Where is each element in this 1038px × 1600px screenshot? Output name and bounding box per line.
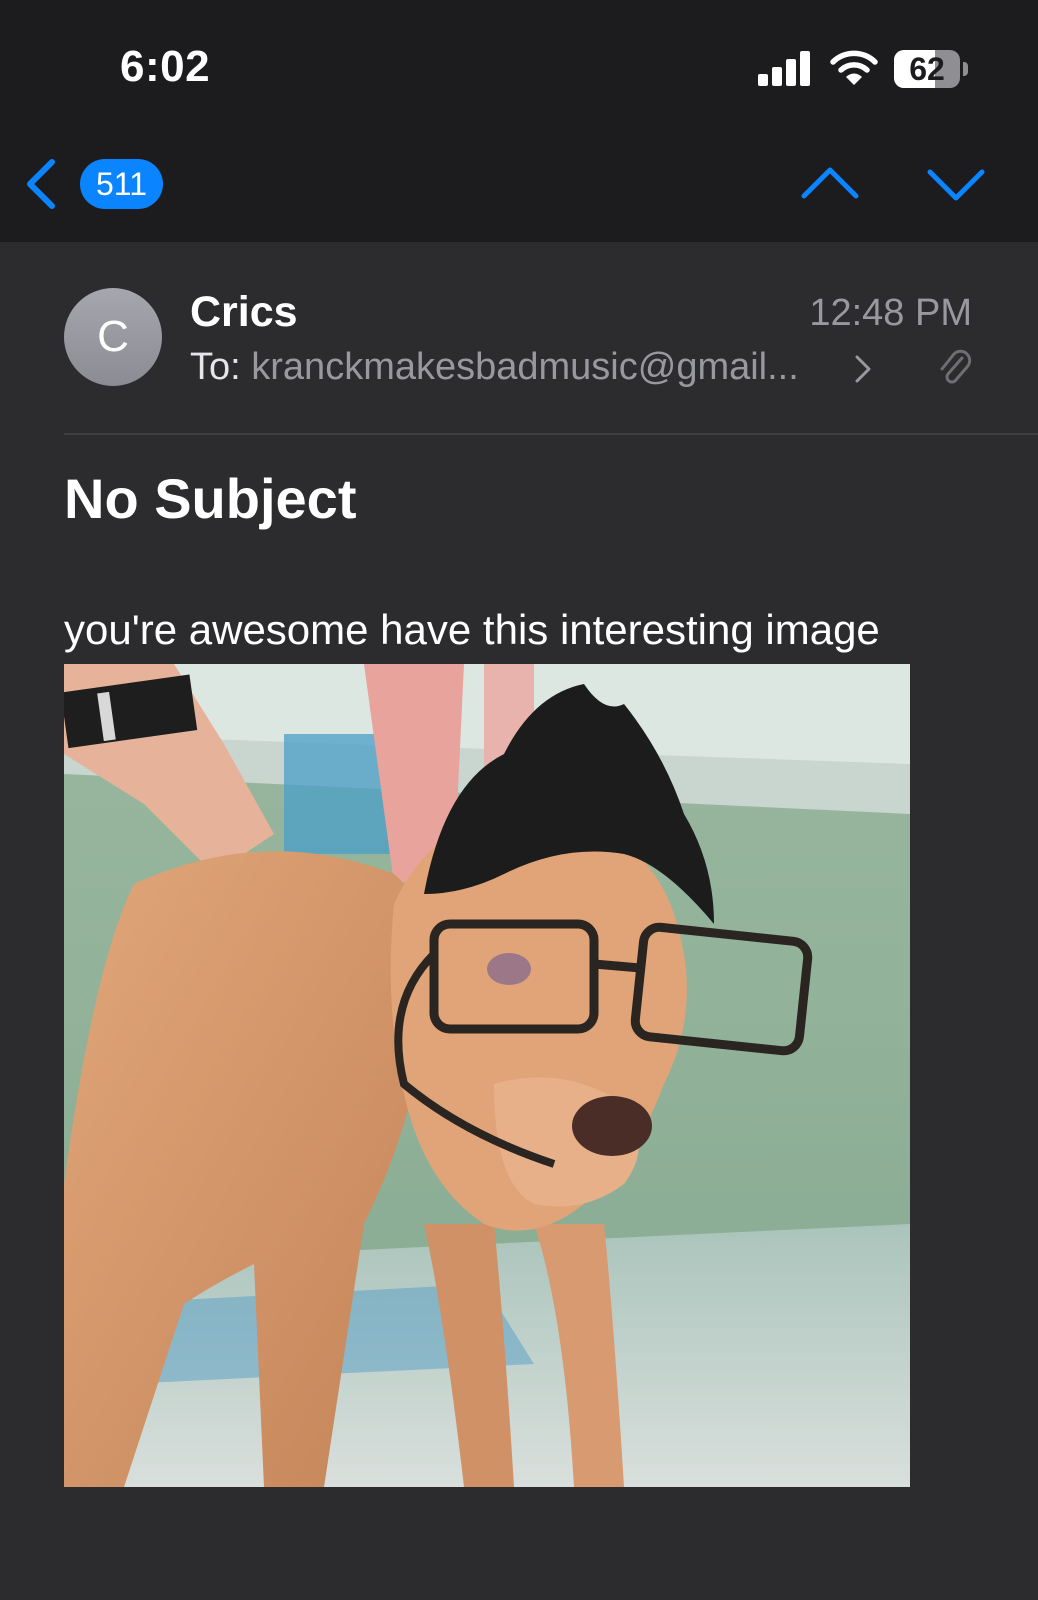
cellular-signal-icon [758,51,810,86]
message-body: you're awesome have this interesting ima… [64,606,880,653]
chevron-up-icon[interactable] [798,160,862,208]
recipient-line[interactable]: To: kranckmakesbadmusic@gmail... [190,346,799,389]
attached-image[interactable] [64,664,910,1487]
status-time: 6:02 [120,42,211,91]
top-bar: 6:02 62 511 [0,0,1038,242]
wifi-icon [830,50,878,85]
avatar[interactable]: C [64,288,162,386]
sender-name[interactable]: Crics [190,288,298,337]
battery-percent: 62 [909,51,945,87]
battery-icon: 62 [894,50,960,88]
dog-photo [64,664,910,1487]
paperclip-icon [940,349,972,384]
to-label: To: [190,346,241,388]
battery-nub [963,62,968,76]
message-subject: No Subject [64,467,357,530]
chevron-down-icon[interactable] [924,160,988,208]
chevron-right-icon[interactable] [852,354,874,384]
message-time: 12:48 PM [809,292,972,334]
chevron-left-icon[interactable] [20,156,64,212]
battery-indicator: 62 [894,50,970,88]
unread-count-badge[interactable]: 511 [80,159,163,209]
header-divider [64,433,1038,435]
recipient-address: kranckmakesbadmusic@gmail... [251,346,799,388]
